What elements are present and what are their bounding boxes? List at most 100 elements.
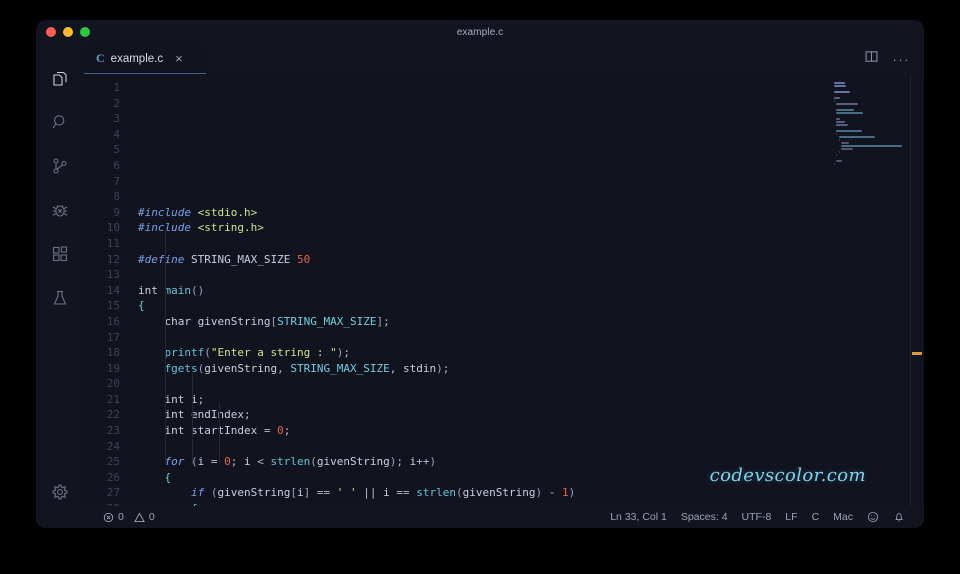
line-number: 23	[84, 423, 130, 439]
editor-column: C example.c × ···	[84, 44, 924, 528]
sidebar-item-explorer[interactable]	[36, 56, 84, 100]
line-number: 20	[84, 376, 130, 392]
line-number: 8	[84, 189, 130, 205]
status-bar: 0 0 Ln 33, Col 1 Spaces: 4 UTF-8 LF	[84, 506, 924, 528]
code-line: {	[130, 501, 924, 506]
line-number: 28	[84, 501, 130, 506]
line-number: 3	[84, 111, 130, 127]
line-number: 25	[84, 454, 130, 470]
close-icon[interactable]: ×	[175, 52, 183, 65]
tab-bar: C example.c × ···	[84, 44, 924, 74]
code-line: printf("Enter a string : ");	[130, 345, 924, 361]
line-number: 11	[84, 236, 130, 252]
code-line: {	[130, 298, 924, 314]
warning-count: 0	[149, 511, 155, 523]
code-line: #include <stdio.h>	[130, 205, 924, 221]
code-line: int i;	[130, 392, 924, 408]
maximize-window-button[interactable]	[80, 27, 90, 37]
line-number: 5	[84, 142, 130, 158]
status-problems[interactable]: 0 0	[96, 506, 162, 528]
code-line	[130, 236, 924, 252]
line-number: 15	[84, 298, 130, 314]
status-encoding[interactable]: UTF-8	[735, 506, 779, 528]
indent-guide	[192, 370, 193, 464]
status-cursor-position[interactable]: Ln 33, Col 1	[603, 506, 674, 528]
tab-example-c[interactable]: C example.c ×	[84, 44, 206, 74]
tab-label: example.c	[111, 53, 163, 65]
line-number: 18	[84, 345, 130, 361]
c-language-icon: C	[96, 51, 105, 66]
code-line	[130, 376, 924, 392]
source-control-icon	[50, 156, 70, 176]
line-number: 6	[84, 158, 130, 174]
close-window-button[interactable]	[46, 27, 56, 37]
files-icon	[50, 68, 70, 88]
line-number: 2	[84, 96, 130, 112]
line-number: 1	[84, 80, 130, 96]
line-number: 19	[84, 361, 130, 377]
warning-icon	[134, 512, 145, 523]
code-line	[130, 439, 924, 455]
status-feedback-button[interactable]	[860, 506, 886, 528]
code-viewport: 1 2 3 4 5 6 7 8 9 10 11 12 13 14	[84, 74, 924, 506]
traffic-light-buttons[interactable]	[46, 27, 90, 37]
editor-actions: ···	[864, 44, 925, 74]
line-number: 9	[84, 205, 130, 221]
code-line: if (givenString[i] == ' ' || i == strlen…	[130, 485, 924, 501]
sidebar-item-search[interactable]	[36, 100, 84, 144]
line-number: 7	[84, 174, 130, 190]
split-editor-button[interactable]	[864, 49, 879, 69]
status-platform[interactable]: Mac	[826, 506, 860, 528]
line-number: 22	[84, 407, 130, 423]
sidebar-item-source-control[interactable]	[36, 144, 84, 188]
manage-settings-button[interactable]	[36, 470, 84, 514]
vscode-window: example.c	[36, 20, 924, 528]
beaker-icon	[50, 288, 70, 308]
code-line: fgets(givenString, STRING_MAX_SIZE, stdi…	[130, 361, 924, 377]
status-eol[interactable]: LF	[778, 506, 804, 528]
code-line: char givenString[STRING_MAX_SIZE];	[130, 314, 924, 330]
line-number: 12	[84, 252, 130, 268]
overview-ruler-marker	[912, 352, 922, 355]
minimize-window-button[interactable]	[63, 27, 73, 37]
status-language-mode[interactable]: C	[805, 506, 827, 528]
sidebar-item-extensions[interactable]	[36, 232, 84, 276]
code-line: #define STRING_MAX_SIZE 50	[130, 252, 924, 268]
line-number: 4	[84, 127, 130, 143]
title-bar: example.c	[36, 20, 924, 44]
code-line: {	[130, 470, 924, 486]
line-number: 26	[84, 470, 130, 486]
status-bar-right: Ln 33, Col 1 Spaces: 4 UTF-8 LF C Mac	[603, 506, 912, 528]
more-actions-button[interactable]: ···	[893, 53, 911, 66]
indent-guide	[165, 339, 166, 464]
code-lines[interactable]: #include <stdio.h>#include <string.h> #d…	[130, 74, 924, 506]
gear-icon	[50, 482, 70, 502]
error-count: 0	[118, 511, 124, 523]
editor-area[interactable]: 1 2 3 4 5 6 7 8 9 10 11 12 13 14	[84, 74, 924, 506]
status-notifications-button[interactable]	[886, 506, 912, 528]
code-line	[130, 330, 924, 346]
line-number: 24	[84, 439, 130, 455]
code-line: int endIndex;	[130, 407, 924, 423]
debug-icon	[50, 200, 70, 220]
code-line: #include <string.h>	[130, 220, 924, 236]
indent-guide	[165, 230, 166, 355]
status-indentation[interactable]: Spaces: 4	[674, 506, 735, 528]
line-number-gutter: 1 2 3 4 5 6 7 8 9 10 11 12 13 14	[84, 74, 130, 506]
sidebar-item-run-and-debug[interactable]	[36, 188, 84, 232]
sidebar-item-testing[interactable]	[36, 276, 84, 320]
window-title: example.c	[457, 27, 503, 38]
error-icon	[103, 512, 114, 523]
line-number: 13	[84, 267, 130, 283]
split-editor-icon	[864, 49, 879, 69]
line-number: 10	[84, 220, 130, 236]
code-line: int startIndex = 0;	[130, 423, 924, 439]
status-bar-left: 0 0	[96, 506, 162, 528]
extensions-icon	[50, 244, 70, 264]
search-icon	[50, 112, 70, 132]
code-line: int main()	[130, 283, 924, 299]
code-line	[130, 267, 924, 283]
ruler-divider	[910, 74, 911, 506]
line-number: 17	[84, 330, 130, 346]
overview-ruler-scrollbar[interactable]	[910, 74, 924, 506]
